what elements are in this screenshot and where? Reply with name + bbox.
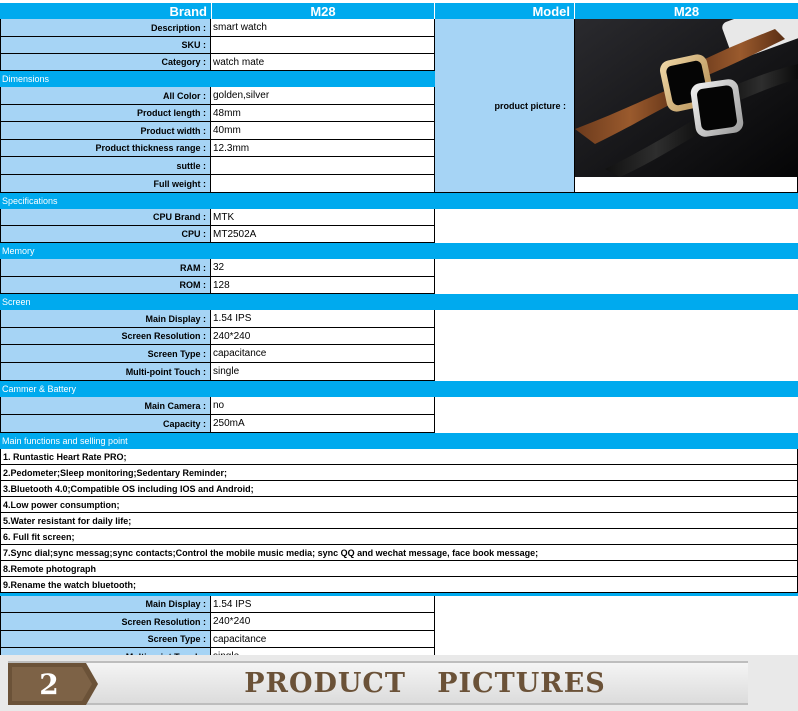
rom-value: 128 [211, 277, 435, 294]
brand-value-header: M28 [212, 3, 434, 19]
product-width-value: 40mm [211, 122, 435, 140]
all-color-label: All Color : [0, 87, 211, 105]
product-length-value: 48mm [211, 105, 435, 122]
feature-item: 6. Full fit screen; [0, 529, 798, 545]
description-label: Description : [0, 19, 211, 37]
repeat-screen-type-value: capacitance [211, 631, 435, 648]
feature-item: 2.Pedometer;Sleep monitoring;Sedentary R… [0, 465, 798, 481]
banner-number: 2 [39, 667, 59, 701]
category-value: watch mate [211, 54, 435, 71]
repeat-screen-type-label: Screen Type : [0, 631, 211, 648]
suttle-label: suttle : [0, 157, 211, 175]
main-display-label: Main Display : [0, 310, 211, 328]
picture-blank-cell [575, 177, 798, 193]
product-width-label: Product width : [0, 122, 211, 140]
ram-value: 32 [211, 259, 435, 277]
product-image [575, 19, 798, 177]
model-value: M28 [673, 3, 700, 19]
model-value-header: M28 [575, 3, 798, 19]
brand-header: Brand [0, 3, 211, 19]
feature-item: 4.Low power consumption; [0, 497, 798, 513]
multi-touch-label: Multi-point Touch : [0, 363, 211, 381]
multi-touch-value: single [211, 363, 435, 381]
feature-item: 3.Bluetooth 4.0;Compatible OS including … [0, 481, 798, 497]
screen-resolution-label: Screen Resolution : [0, 328, 211, 345]
repeat-screen-resolution-value: 240*240 [211, 613, 435, 631]
suttle-value [211, 157, 435, 175]
model-label: Model [532, 3, 570, 19]
product-picture-text: product picture : [494, 100, 567, 111]
section-memory: Memory [0, 243, 798, 259]
feature-item: 9.Rename the watch bluetooth; [0, 577, 798, 593]
banner-title: PRODUCT PICTURES [244, 667, 606, 699]
product-length-label: Product length : [0, 105, 211, 122]
section-screen: Screen [0, 294, 798, 310]
section-specifications: Specifications [0, 193, 798, 209]
all-color-value: golden,silver [211, 87, 435, 105]
repeat-main-display-value: 1.54 IPS [211, 596, 435, 613]
main-camera-label: Main Camera : [0, 397, 211, 415]
capacity-label: Capacity : [0, 415, 211, 433]
cpu-value: MT2502A [211, 226, 435, 243]
cpu-label: CPU : [0, 226, 211, 243]
smartwatch-illustration [575, 19, 798, 177]
cpu-brand-label: CPU Brand : [0, 209, 211, 226]
full-weight-label: Full weight : [0, 175, 211, 193]
ram-label: RAM : [0, 259, 211, 277]
sku-value [211, 37, 435, 54]
section-camera-battery: Cammer & Battery [0, 381, 798, 397]
main-display-value: 1.54 IPS [211, 310, 435, 328]
screen-type-label: Screen Type : [0, 345, 211, 363]
screen-resolution-value: 240*240 [211, 328, 435, 345]
product-thickness-value: 12.3mm [211, 140, 435, 157]
section-dimensions: Dimensions [0, 71, 435, 87]
feature-item: 1. Runtastic Heart Rate PRO; [0, 449, 798, 465]
feature-item: 8.Remote photograph [0, 561, 798, 577]
brand-label: Brand [169, 3, 207, 19]
capacity-value: 250mA [211, 415, 435, 433]
model-header: Model [435, 3, 574, 19]
full-weight-value [211, 175, 435, 193]
screen-type-value: capacitance [211, 345, 435, 363]
product-pictures-banner: 2 PRODUCT PICTURES [0, 655, 798, 711]
cpu-brand-value: MTK [211, 209, 435, 226]
brand-value: M28 [310, 3, 336, 19]
description-value: smart watch [211, 19, 435, 37]
repeat-screen-resolution-label: Screen Resolution : [0, 613, 211, 631]
feature-item: 7.Sync dial;sync messag;sync contacts;Co… [0, 545, 798, 561]
product-picture-label: product picture : [435, 19, 575, 193]
rom-label: ROM : [0, 277, 211, 294]
repeat-main-display-label: Main Display : [0, 596, 211, 613]
main-camera-value: no [211, 397, 435, 415]
section-main-functions: Main functions and selling point [0, 433, 798, 449]
sku-label: SKU : [0, 37, 211, 54]
product-thickness-label: Product thickness range : [0, 140, 211, 157]
category-label: Category : [0, 54, 211, 71]
feature-item: 5.Water resistant for daily life; [0, 513, 798, 529]
